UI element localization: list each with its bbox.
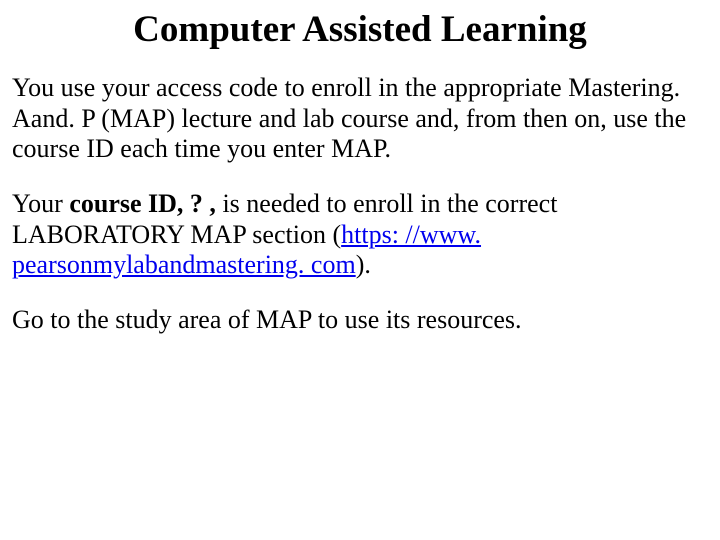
para2-post-text: ). [356, 250, 371, 279]
paragraph-2: Your course ID, ? , is needed to enroll … [12, 189, 708, 281]
paragraph-3: Go to the study area of MAP to use its r… [12, 305, 708, 336]
paragraph-1: You use your access code to enroll in th… [12, 73, 708, 165]
page-title: Computer Assisted Learning [12, 8, 708, 51]
course-id-bold: course ID, ? , [69, 189, 216, 218]
para2-pre-text: Your [12, 189, 69, 218]
